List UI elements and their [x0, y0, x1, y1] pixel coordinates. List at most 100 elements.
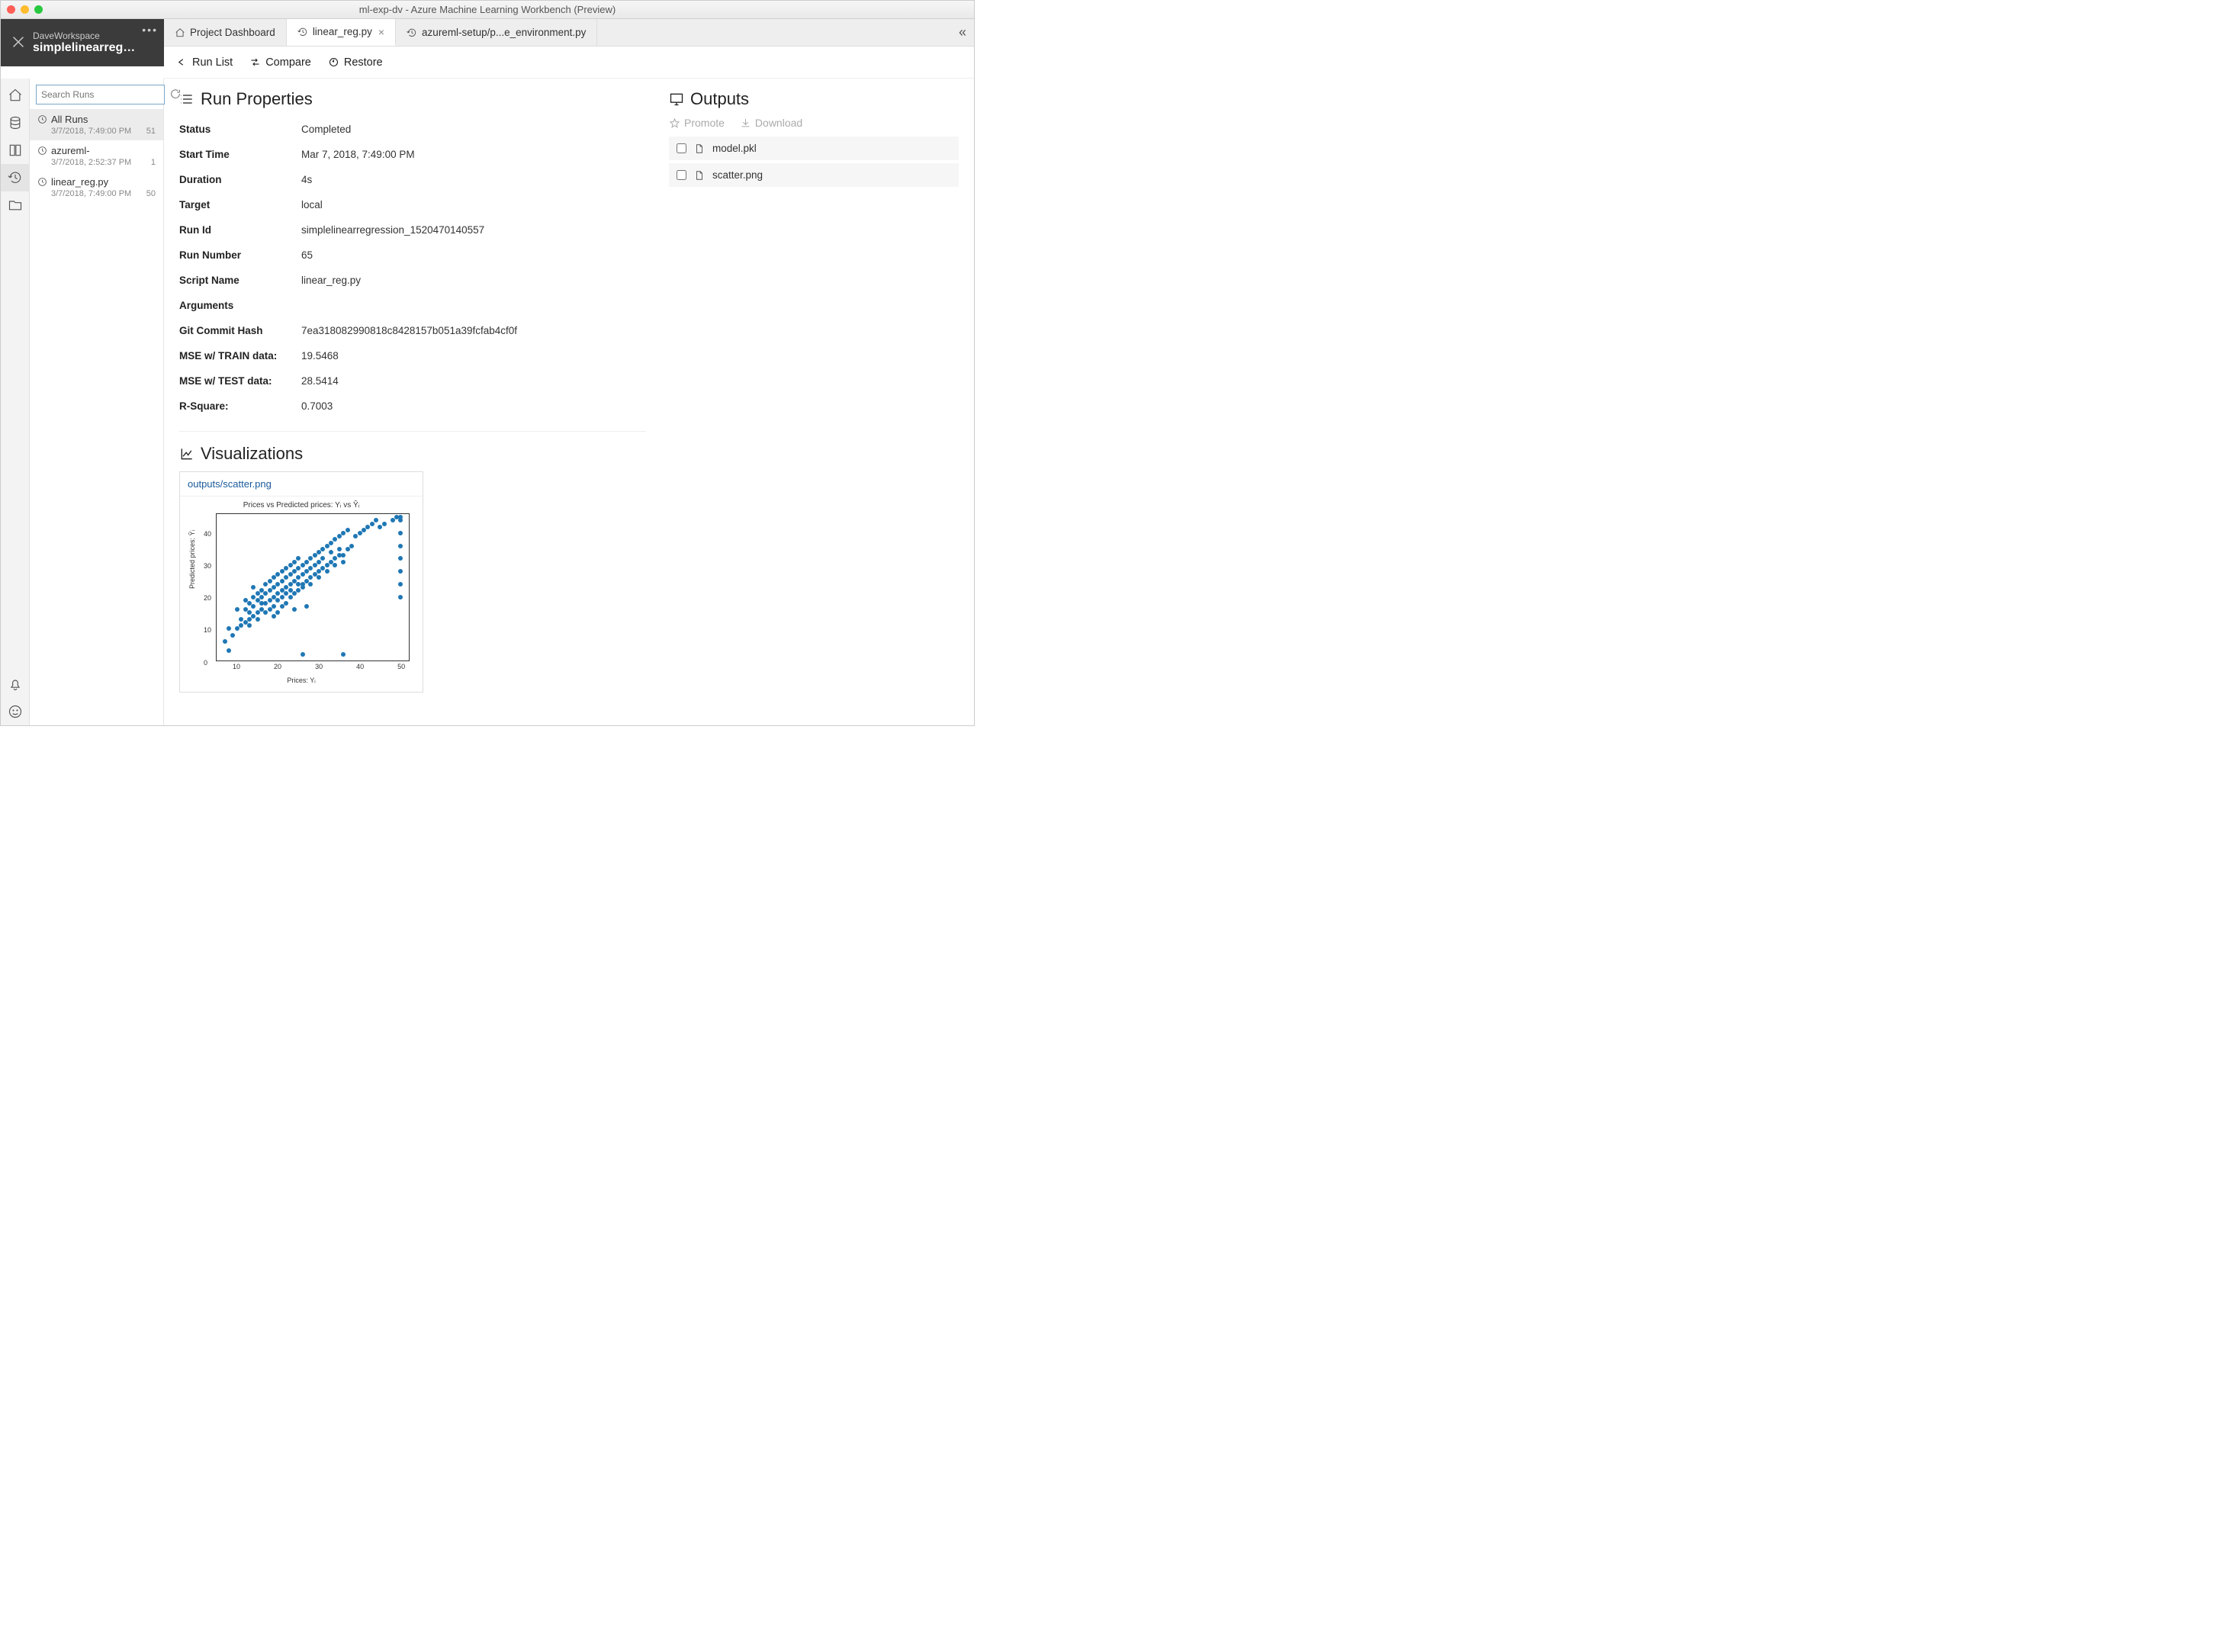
file-icon — [694, 170, 705, 181]
data-point — [284, 601, 288, 606]
run-item[interactable]: azureml-3/7/2018, 2:52:37 PM1 — [30, 140, 163, 172]
notifications-rail-button[interactable] — [1, 670, 30, 698]
data-point — [308, 566, 313, 570]
compare-label: Compare — [265, 56, 311, 69]
data-point — [256, 610, 260, 615]
tab-bar: Project Dashboard linear_reg.py×azureml-s… — [164, 19, 974, 47]
data-point — [223, 639, 227, 644]
download-icon — [740, 117, 751, 129]
plot-title: Prices vs Predicted prices: Yᵢ vs Ŷᵢ — [187, 501, 416, 509]
data-point — [341, 652, 346, 657]
data-point — [243, 598, 248, 603]
data-point — [398, 569, 403, 574]
tab-1[interactable]: linear_reg.py× — [287, 19, 396, 46]
prop-key: Status — [179, 117, 301, 142]
files-rail-button[interactable] — [1, 191, 30, 219]
data-point — [268, 598, 272, 603]
home-icon — [175, 27, 185, 38]
prop-key: MSE w/ TRAIN data: — [179, 343, 301, 368]
close-project-button[interactable] — [10, 34, 27, 53]
prop-key: R-Square: — [179, 394, 301, 419]
data-point — [251, 604, 256, 609]
titlebar: ml-exp-dv - Azure Machine Learning Workb… — [1, 1, 974, 19]
data-point — [227, 648, 231, 653]
run-item[interactable]: All Runs3/7/2018, 7:49:00 PM51 — [30, 109, 163, 140]
output-checkbox[interactable] — [677, 143, 686, 153]
close-window-icon[interactable] — [7, 5, 15, 14]
data-point — [230, 633, 235, 638]
download-label: Download — [755, 117, 802, 129]
data-point — [398, 582, 403, 587]
run-count: 51 — [146, 127, 156, 136]
data-point — [398, 531, 403, 535]
run-count: 1 — [151, 158, 156, 167]
search-runs-input[interactable] — [36, 85, 165, 104]
project-menu-button[interactable]: ••• — [142, 24, 158, 36]
star-icon — [669, 117, 680, 129]
prop-value: 65 — [301, 243, 646, 268]
data-point — [365, 525, 370, 529]
data-point — [227, 626, 231, 631]
data-point — [304, 569, 309, 574]
maximize-window-icon[interactable] — [34, 5, 43, 14]
tab-0[interactable]: Project Dashboard — [164, 19, 287, 46]
data-point — [308, 556, 313, 561]
prop-key: Run Number — [179, 243, 301, 268]
download-button[interactable]: Download — [740, 117, 802, 129]
data-point — [370, 522, 374, 526]
collapse-tabs-button[interactable]: « — [959, 19, 966, 46]
tab-label: Project Dashboard — [190, 27, 275, 38]
data-point — [259, 595, 264, 599]
data-point — [272, 575, 276, 580]
visualizations-header: Visualizations — [179, 444, 646, 464]
data-point — [346, 528, 350, 532]
restore-button[interactable]: Restore — [328, 56, 383, 69]
run-item[interactable]: linear_reg.py3/7/2018, 7:49:00 PM50 — [30, 172, 163, 203]
data-point — [268, 607, 272, 612]
data-rail-button[interactable] — [1, 109, 30, 137]
data-point — [259, 601, 264, 606]
data-point — [304, 560, 309, 564]
y-tick: 30 — [204, 562, 211, 570]
run-list-button[interactable]: Run List — [176, 56, 233, 69]
clock-icon — [37, 114, 47, 124]
prop-value: simplelinearregression_1520470140557 — [301, 217, 646, 243]
tab-2[interactable]: azureml-setup/p...e_environment.py — [396, 19, 597, 46]
scatter-plot: Prices vs Predicted prices: Yᵢ vs Ŷᵢ Pre… — [187, 501, 416, 684]
run-list-label: Run List — [192, 56, 233, 69]
data-point — [280, 569, 284, 574]
prop-value: local — [301, 192, 646, 217]
data-point — [296, 556, 301, 561]
data-point — [288, 595, 293, 599]
output-file-row[interactable]: scatter.png — [669, 163, 959, 187]
output-file-row[interactable]: model.pkl — [669, 137, 959, 160]
output-checkbox[interactable] — [677, 170, 686, 180]
data-point — [333, 563, 337, 567]
window-title: ml-exp-dv - Azure Machine Learning Workb… — [1, 4, 974, 15]
data-point — [304, 604, 309, 609]
data-point — [247, 623, 252, 628]
feedback-rail-button[interactable] — [1, 698, 30, 725]
viz-card[interactable]: outputs/scatter.png Prices vs Predicted … — [179, 471, 423, 693]
data-point — [341, 531, 346, 535]
notebook-rail-button[interactable] — [1, 137, 30, 164]
promote-button[interactable]: Promote — [669, 117, 725, 129]
data-point — [288, 582, 293, 587]
run-time: 3/7/2018, 2:52:37 PM — [51, 158, 131, 167]
data-point — [329, 550, 333, 554]
history-rail-button[interactable] — [1, 164, 30, 191]
close-tab-icon[interactable]: × — [378, 26, 384, 38]
home-rail-button[interactable] — [1, 82, 30, 109]
prop-value: Mar 7, 2018, 7:49:00 PM — [301, 142, 646, 167]
compare-button[interactable]: Compare — [249, 56, 311, 69]
minimize-window-icon[interactable] — [21, 5, 29, 14]
data-point — [329, 541, 333, 545]
runs-sidebar: All Runs3/7/2018, 7:49:00 PM51azureml-3/… — [30, 79, 164, 725]
data-point — [292, 607, 297, 612]
run-name: All Runs — [51, 114, 88, 125]
project-header: DaveWorkspace simplelinearregres... ••• — [1, 19, 164, 66]
properties-table: StatusCompletedStart TimeMar 7, 2018, 7:… — [179, 117, 646, 419]
prop-key: Git Commit Hash — [179, 318, 301, 343]
data-point — [325, 544, 329, 548]
data-point — [308, 575, 313, 580]
